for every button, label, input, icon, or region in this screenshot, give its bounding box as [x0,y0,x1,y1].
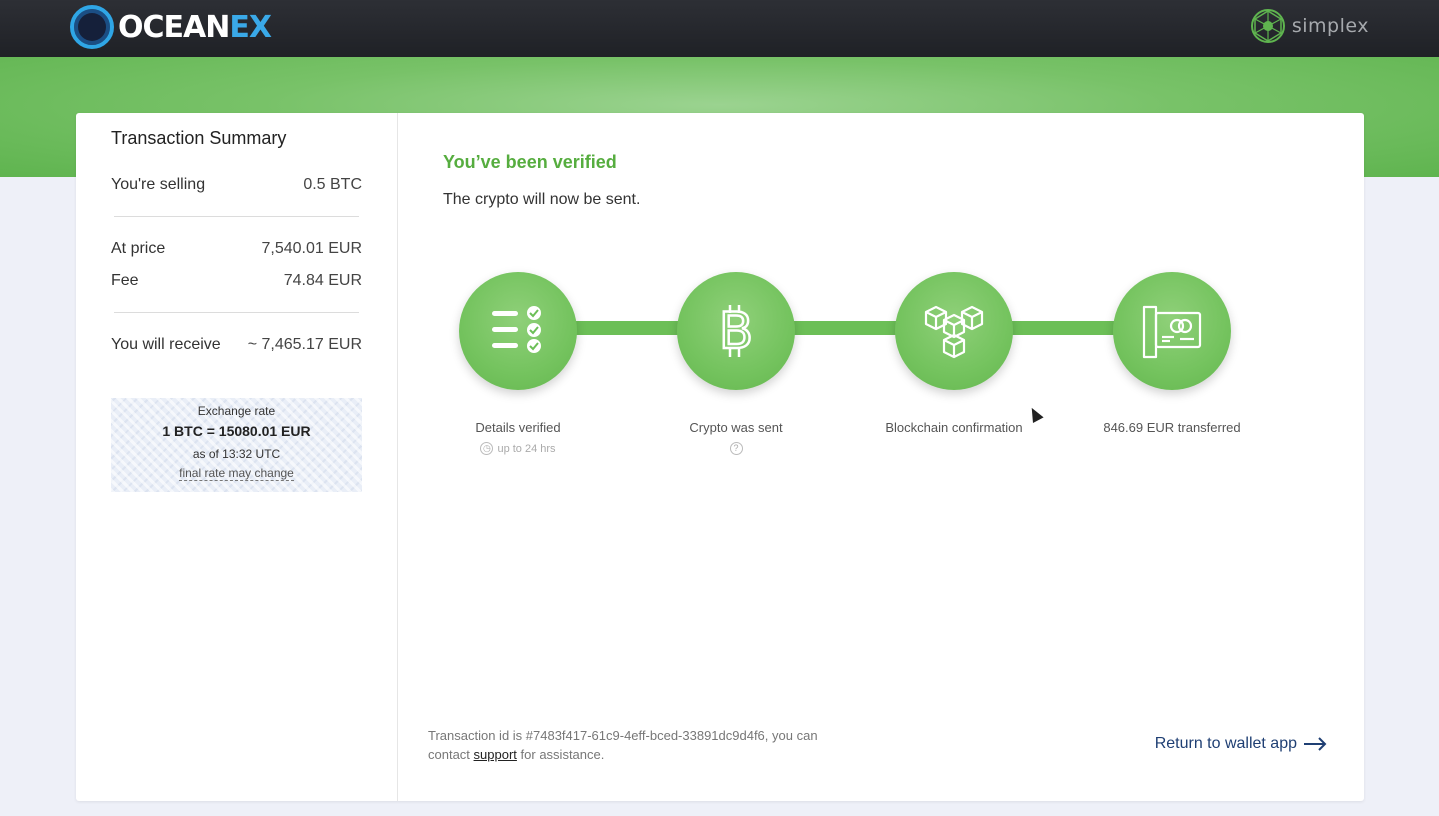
selling-value: 0.5 BTC [303,176,362,193]
divider [114,312,359,313]
oceanex-logo[interactable]: OCEANEX [70,4,272,50]
progress-track [518,321,1178,335]
verified-subtitle: The crypto will now be sent. [443,191,641,208]
status-panel: You’ve been verified The crypto will now… [398,113,1364,801]
return-to-wallet-button[interactable]: Return to wallet app [1155,735,1327,753]
clock-icon: ◷ [480,442,494,455]
receive-value: ~ 7,465.17 EUR [247,336,362,353]
selling-label: You're selling [111,176,206,193]
simplex-logo[interactable]: simplex [1250,8,1369,44]
step-label: Details verified [475,420,561,435]
rate-note[interactable]: final rate may change [111,466,362,481]
return-label: Return to wallet app [1154,735,1297,752]
summary-title: Transaction Summary [111,128,287,148]
checklist-icon [492,306,541,353]
help-icon[interactable]: ? [729,442,743,455]
svg-text:B: B [719,302,753,360]
blocks-icon [924,305,984,359]
fee-label: Fee [111,272,139,289]
price-row: At price 7,540.01 EUR [111,240,362,258]
fee-row: Fee 74.84 EUR [111,272,362,290]
step-details-verified [459,272,577,390]
step-transferred [1113,272,1231,390]
step-label: 846.69 EUR transferred [1103,420,1241,435]
rate-value: 1 BTC = 15080.01 EUR [162,423,311,439]
logo-text: OCEANEX [118,9,272,45]
oceanex-ring-icon [70,5,114,49]
price-value: 7,540.01 EUR [261,240,362,257]
partner-name: simplex [1291,15,1369,37]
exchange-rate-box: Exchange rate 1 BTC = 15080.01 EUR as of… [111,398,362,492]
step-meta: ◷ up to 24 hrs [438,442,598,455]
price-label: At price [111,240,166,257]
fee-value: 74.84 EUR [283,272,362,289]
receive-row: You will receive ~ 7,465.17 EUR [111,336,362,354]
selling-row: You're selling 0.5 BTC [111,176,362,194]
simplex-network-icon [1250,9,1285,43]
step-crypto-sent: B [677,272,795,390]
transaction-note: Transaction id is #7483f417-61c9-4eff-bc… [428,728,818,762]
verified-title: You’ve been verified [443,152,617,172]
top-bar: OCEANEX simplex [0,0,1439,57]
divider [114,216,359,217]
receive-label: You will receive [111,336,221,353]
arrow-right-icon [1304,737,1327,751]
support-link[interactable]: support [474,747,517,762]
transaction-summary: Transaction Summary You're selling 0.5 B… [76,113,398,801]
bitcoin-icon: B [718,301,755,361]
step-label: Crypto was sent [689,420,783,435]
checkout-card: Transaction Summary You're selling 0.5 B… [76,113,1364,801]
card-icon [1142,305,1202,359]
step-blockchain-confirmation [895,272,1013,390]
step-meta[interactable]: ? [656,442,816,455]
rate-time: as of 13:32 UTC [192,447,281,461]
rate-label: Exchange rate [197,404,276,418]
step-label: Blockchain confirmation [885,420,1023,435]
